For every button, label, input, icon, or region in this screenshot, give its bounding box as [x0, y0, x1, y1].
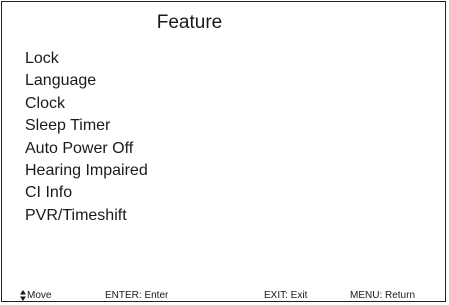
key-hint-footer: Move ENTER: Enter EXIT: Exit MENU: Retur…	[2, 290, 445, 304]
up-down-arrow-icon	[20, 290, 26, 301]
move-hint-label: Move	[27, 290, 52, 301]
exit-hint: EXIT: Exit	[264, 290, 308, 301]
menu-item-hearing-impaired[interactable]: Hearing Impaired	[25, 161, 148, 183]
menu-item-clock[interactable]: Clock	[25, 94, 148, 116]
menu-item-ci-info[interactable]: CI Info	[25, 183, 148, 205]
menu-item-auto-power-off[interactable]: Auto Power Off	[25, 139, 148, 161]
menu-return-hint: MENU: Return	[350, 290, 416, 301]
enter-hint: ENTER: Enter	[105, 290, 169, 301]
menu-title: Feature	[156, 12, 223, 33]
feature-menu-list: Lock Language Clock Sleep Timer Auto Pow…	[25, 49, 148, 228]
menu-item-lock[interactable]: Lock	[25, 49, 148, 71]
menu-item-pvr-timeshift[interactable]: PVR/Timeshift	[25, 206, 148, 228]
feature-menu-panel: Feature Lock Language Clock Sleep Timer …	[1, 1, 446, 302]
menu-item-sleep-timer[interactable]: Sleep Timer	[25, 116, 148, 138]
menu-item-language[interactable]: Language	[25, 71, 148, 93]
